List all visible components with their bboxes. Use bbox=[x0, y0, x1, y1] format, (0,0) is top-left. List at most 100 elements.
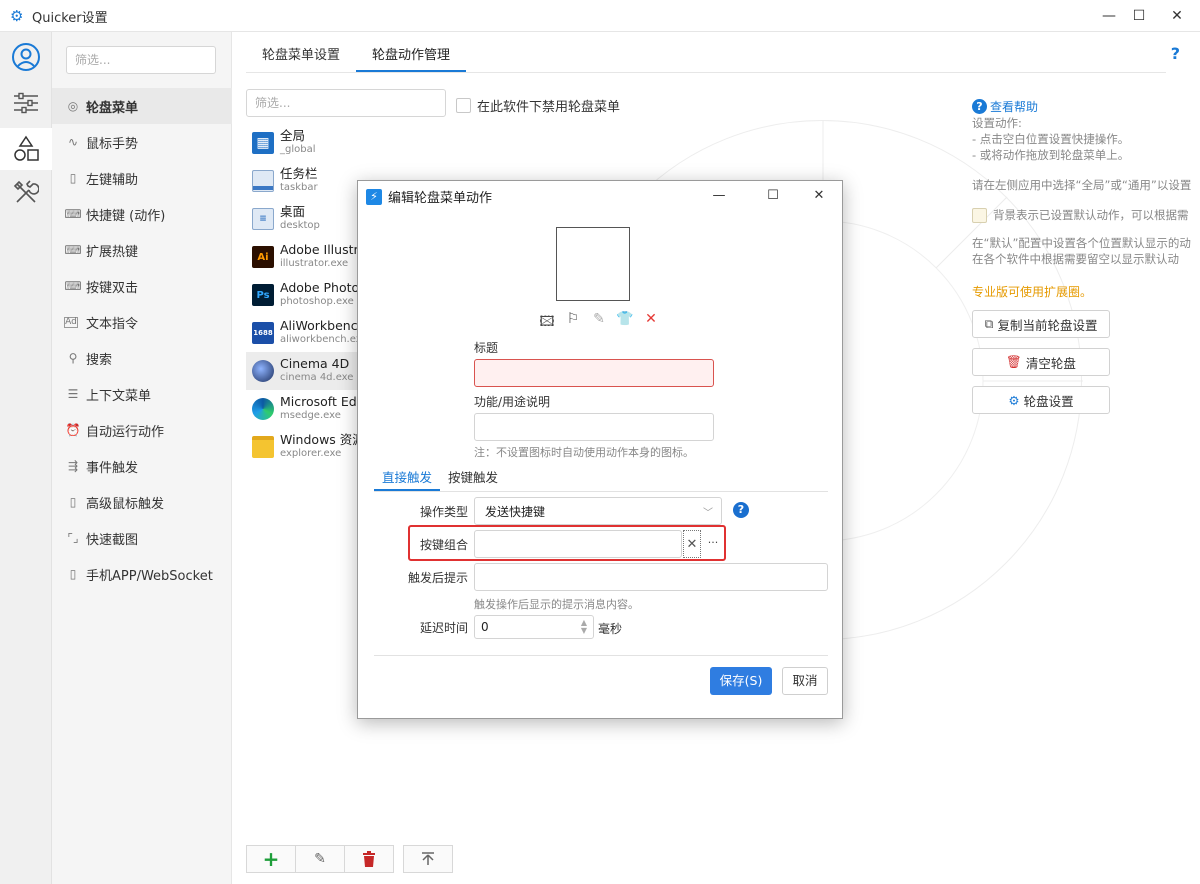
app-name: Adobe Illustrator bbox=[280, 242, 364, 257]
app-item-aliworkbench[interactable]: 1688 AliWorkbench aliworkbench.exe bbox=[246, 314, 364, 352]
edit-button[interactable]: ✎ bbox=[295, 845, 345, 873]
app-item-explorer[interactable]: Windows 资源管理器explorer.exe bbox=[246, 428, 364, 466]
wheel-settings-button[interactable]: ⚙ 轮盘设置 bbox=[972, 386, 1110, 414]
help-text-line: 设置动作: bbox=[972, 116, 1022, 130]
dialog-title-bar: ⚡ 编辑轮盘菜单动作 bbox=[366, 187, 492, 206]
help-link-label: 查看帮助 bbox=[990, 100, 1039, 114]
keyboard-icon: ⌨ bbox=[64, 207, 82, 221]
app-name: 全局 bbox=[280, 128, 306, 143]
sidebar-item-hotkey[interactable]: ⌨ 快捷键 (动作) bbox=[52, 196, 232, 232]
op-type-label: 操作类型 bbox=[419, 505, 468, 519]
app-name: 桌面 bbox=[280, 204, 306, 219]
help-icon[interactable]: ? bbox=[1171, 44, 1180, 63]
rail-user[interactable] bbox=[0, 36, 52, 78]
sidebar-item-mobile-app[interactable]: ▯ 手机APP/WebSocket bbox=[52, 556, 232, 592]
app-item-global[interactable]: ▦ 全局 _global bbox=[246, 124, 364, 162]
app-item-taskbar[interactable]: 任务栏 taskbar bbox=[246, 162, 364, 200]
disable-in-app-checkbox[interactable]: 在此软件下禁用轮盘菜单 bbox=[456, 96, 620, 115]
sidebar-item-label: 左键辅助 bbox=[86, 172, 139, 188]
op-type-help-icon[interactable]: ? bbox=[733, 502, 749, 518]
tools-icon bbox=[13, 180, 39, 203]
app-filter-input[interactable] bbox=[246, 89, 446, 117]
app-exe: desktop bbox=[280, 220, 320, 231]
shirt-icon[interactable]: 👕 bbox=[612, 311, 638, 335]
tab-key-trigger[interactable]: 按键触发 bbox=[440, 467, 506, 491]
app-item-photoshop[interactable]: Ps Adobe Photoshopphotoshop.exe bbox=[246, 276, 364, 314]
gear-icon: ⚙ bbox=[10, 7, 24, 25]
sidebar-item-adv-mouse[interactable]: ▯ 高级鼠标触发 bbox=[52, 484, 232, 520]
help-text-line: 请在左侧应用中选择“全局”或“通用”以设置 bbox=[972, 178, 1192, 192]
shapes-icon bbox=[14, 135, 39, 161]
rail-tools[interactable] bbox=[0, 172, 52, 214]
app-item-desktop[interactable]: ≡ 桌面 desktop bbox=[246, 200, 364, 238]
tab-direct-trigger[interactable]: 直接触发 bbox=[374, 467, 441, 491]
clear-wheel-button[interactable]: 🗑 清空轮盘 bbox=[972, 348, 1110, 376]
delete-button[interactable] bbox=[344, 845, 394, 873]
save-button[interactable]: 保存(S) bbox=[710, 667, 772, 695]
checkbox-box[interactable] bbox=[456, 98, 471, 113]
op-type-select[interactable]: 发送快捷键 ﹀ bbox=[474, 497, 722, 525]
tab-wheel-settings[interactable]: 轮盘菜单设置 bbox=[246, 42, 356, 72]
dialog-maximize-button[interactable]: ☐ bbox=[750, 184, 796, 208]
dialog-title: 编辑轮盘菜单动作 bbox=[388, 191, 493, 206]
more-options-button[interactable]: ··· bbox=[704, 530, 722, 558]
title-input[interactable] bbox=[474, 359, 714, 387]
sidebar-item-mouse-gesture[interactable]: ∿ 鼠标手势 bbox=[52, 124, 232, 160]
taskbar-icon bbox=[252, 170, 274, 192]
sidebar-item-left-click[interactable]: ▯ 左键辅助 bbox=[52, 160, 232, 196]
tip-input[interactable] bbox=[474, 563, 828, 591]
rail-shapes[interactable] bbox=[0, 128, 52, 170]
key-combo-input[interactable] bbox=[474, 530, 682, 558]
edit-icon: ✎ bbox=[314, 851, 326, 867]
spinner-icon[interactable]: ▲ ▼ bbox=[581, 619, 587, 635]
tab-wheel-actions[interactable]: 轮盘动作管理 bbox=[356, 42, 467, 72]
red-x-icon[interactable]: ✕ bbox=[638, 311, 664, 335]
sidebar-item-auto-run[interactable]: ⏰ 自动运行动作 bbox=[52, 412, 232, 448]
gesture-icon: ∿ bbox=[67, 135, 79, 149]
sidebar-item-text-command[interactable]: Ad 文本指令 bbox=[52, 304, 232, 340]
add-button[interactable]: + bbox=[246, 845, 296, 873]
sidebar-item-ext-hotkey[interactable]: ⌨ 扩展热键 bbox=[52, 232, 232, 268]
sidebar-filter-input[interactable] bbox=[66, 46, 216, 74]
cancel-button[interactable]: 取消 bbox=[782, 667, 828, 695]
sidebar-item-search[interactable]: ⚲ 搜索 bbox=[52, 340, 232, 376]
tip-label: 触发后提示 bbox=[407, 571, 468, 585]
app-item-edge[interactable]: Microsoft Edge msedge.exe bbox=[246, 390, 364, 428]
clear-key-button[interactable]: ✕ bbox=[683, 530, 701, 558]
app-item-illustrator[interactable]: Ai Adobe Illustratorillustrator.exe bbox=[246, 238, 364, 276]
dialog-minimize-button[interactable]: — bbox=[696, 184, 742, 208]
close-button[interactable]: ✕ bbox=[1154, 0, 1200, 32]
help-panel: ? 查看帮助 设置动作: - 点击空白位置设置快捷操作。 - 或将动作拖放到轮盘菜… bbox=[972, 98, 1200, 414]
list-toolbar: + ✎ bbox=[246, 845, 453, 873]
default-bg-checkbox[interactable]: 背景表示已设置默认动作，可以根据需 bbox=[972, 207, 1200, 223]
trigger-tabs: 直接触发 按键触发 bbox=[374, 467, 506, 491]
checkbox-label: 在此软件下禁用轮盘菜单 bbox=[477, 100, 621, 115]
app-name: Microsoft Edge bbox=[280, 394, 364, 409]
image-icon[interactable]: 🖾 bbox=[534, 311, 560, 335]
sidebar-item-screenshot[interactable]: ⌜⌟ 快速截图 bbox=[52, 520, 232, 556]
move-top-button[interactable] bbox=[403, 845, 453, 873]
copy-wheel-button[interactable]: ⧉ 复制当前轮盘设置 bbox=[972, 310, 1110, 338]
help-link[interactable]: ? 查看帮助 bbox=[972, 98, 1200, 115]
chevron-down-icon: ﹀ bbox=[703, 507, 713, 519]
sidebar-item-context-menu[interactable]: ☰ 上下文菜单 bbox=[52, 376, 232, 412]
app-exe: cinema 4d.exe bbox=[280, 372, 354, 383]
desc-input[interactable] bbox=[474, 413, 714, 441]
sidebar-item-double-press[interactable]: ⌨ 按键双击 bbox=[52, 268, 232, 304]
dialog-close-button[interactable]: ✕ bbox=[796, 184, 842, 208]
action-icon-preview[interactable] bbox=[556, 227, 630, 301]
sidebar-item-label: 手机APP/WebSocket bbox=[86, 568, 213, 584]
gear-icon: ⚙ bbox=[1008, 392, 1020, 408]
rail-settings[interactable] bbox=[0, 82, 52, 124]
app-item-cinema4d[interactable]: Cinema 4D cinema 4d.exe bbox=[246, 352, 364, 390]
help-text-line: - 点击空白位置设置快捷操作。 bbox=[972, 132, 1130, 146]
pen-icon[interactable]: ✎ bbox=[586, 311, 612, 335]
event-icon: ⇶ bbox=[67, 459, 79, 473]
delay-stepper[interactable]: 0 ▲ ▼ bbox=[474, 615, 594, 639]
checkbox-box[interactable] bbox=[972, 207, 987, 223]
copy-icon: ⧉ bbox=[984, 316, 994, 331]
sidebar-item-event-trigger[interactable]: ⇶ 事件触发 bbox=[52, 448, 232, 484]
flag-icon[interactable]: ⚐ bbox=[560, 311, 586, 335]
sidebar-item-wheel-menu[interactable]: ◎ 轮盘菜单 bbox=[52, 88, 232, 124]
sidebar: ◎轮盘菜单 ∿鼠标手势 ▯左键辅助 ⌨快捷键 (动作) ⌨扩展热键 ⌨按键双击 … bbox=[52, 32, 232, 884]
